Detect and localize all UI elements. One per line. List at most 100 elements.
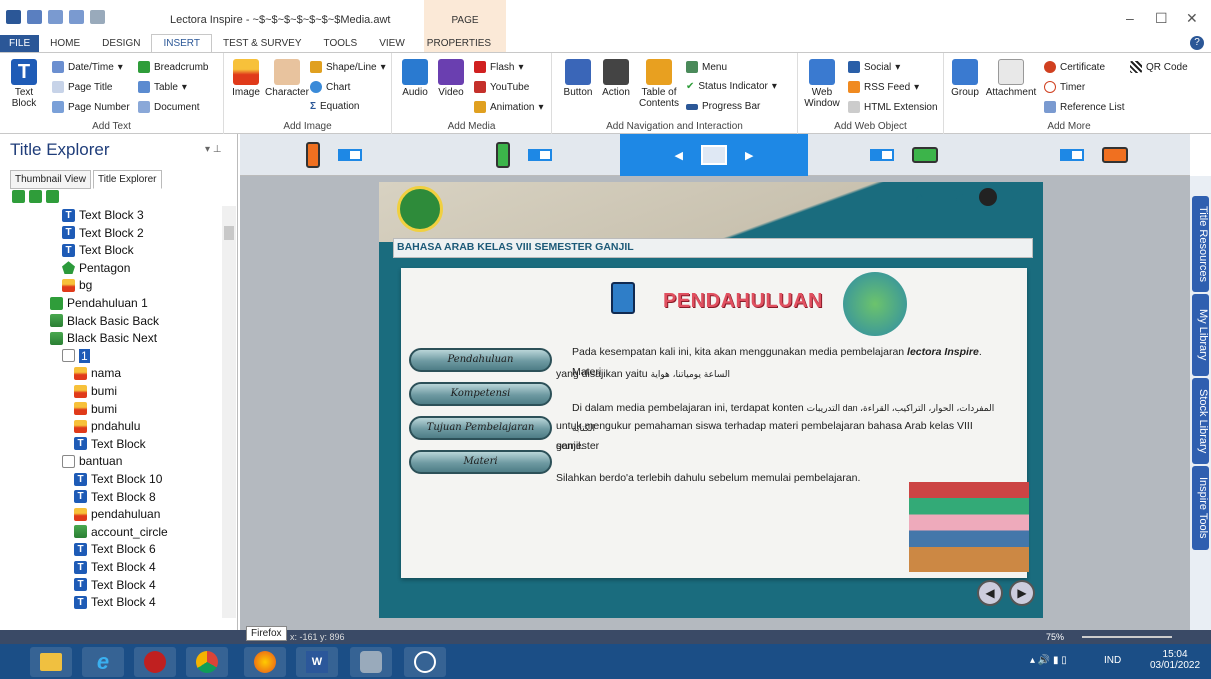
side-tab-title-resources[interactable]: Title Resources bbox=[1192, 196, 1209, 292]
datetime-button[interactable]: Date/Time ▾ bbox=[52, 61, 123, 73]
tab-insert[interactable]: INSERT bbox=[151, 34, 212, 52]
minimize-button[interactable]: – bbox=[1126, 10, 1134, 26]
add-chapter-icon[interactable] bbox=[29, 190, 42, 203]
tree-item[interactable]: bg bbox=[62, 276, 92, 294]
status-indicator-button[interactable]: ✔ Status Indicator ▾ bbox=[686, 81, 777, 92]
tree-item[interactable]: Pendahuluan 1 bbox=[50, 294, 148, 312]
help-icon[interactable]: ? bbox=[1190, 36, 1204, 50]
tree-item[interactable]: T Text Block 8 bbox=[74, 488, 156, 506]
menu-kompetensi-button[interactable]: Kompetensi bbox=[409, 382, 552, 406]
side-tab-stock-library[interactable]: Stock Library bbox=[1192, 378, 1209, 464]
exit-icon[interactable]: X bbox=[1010, 186, 1023, 209]
tab-properties[interactable]: PROPERTIES bbox=[416, 35, 502, 52]
device-desktop[interactable]: ◀ ▶ bbox=[620, 134, 808, 176]
clock[interactable]: 15:04 03/01/2022 bbox=[1150, 649, 1200, 671]
tree-item[interactable]: T Text Block 4 bbox=[74, 558, 156, 576]
chrome-icon[interactable] bbox=[186, 647, 228, 677]
tree-item[interactable]: nama bbox=[74, 364, 121, 382]
text-block-button[interactable]: T Text Block bbox=[6, 59, 42, 109]
add-page-icon[interactable] bbox=[12, 190, 25, 203]
add-section-icon[interactable] bbox=[46, 190, 59, 203]
timer-button[interactable]: Timer bbox=[1044, 81, 1085, 93]
tab-home[interactable]: HOME bbox=[39, 35, 91, 52]
equation-button[interactable]: Σ Equation bbox=[310, 101, 360, 112]
home-icon[interactable]: ⌂ bbox=[915, 190, 925, 208]
tree-item[interactable]: pendahuluan bbox=[74, 505, 160, 523]
tree-item[interactable]: T Text Block 10 bbox=[74, 470, 162, 488]
paint-icon[interactable] bbox=[350, 647, 392, 677]
internet-explorer-icon[interactable]: e bbox=[82, 647, 124, 677]
firefox-icon[interactable] bbox=[244, 647, 286, 677]
tree-item[interactable]: T Text Block 3 bbox=[62, 206, 144, 224]
qr-code-button[interactable]: QR Code bbox=[1130, 61, 1188, 73]
flash-button[interactable]: Flash ▾ bbox=[474, 61, 523, 73]
tab-tools[interactable]: TOOLS bbox=[313, 35, 369, 52]
audio-button[interactable]: Audio bbox=[398, 59, 432, 98]
redo-icon[interactable] bbox=[69, 10, 84, 24]
zoom-slider[interactable] bbox=[1082, 636, 1172, 638]
device-phone-portrait[interactable] bbox=[240, 134, 428, 176]
undo-icon[interactable] bbox=[48, 10, 63, 24]
rss-button[interactable]: RSS Feed ▾ bbox=[848, 81, 919, 93]
device-phone-landscape[interactable] bbox=[1000, 134, 1188, 176]
group-button[interactable]: Group bbox=[948, 59, 982, 98]
help-icon[interactable]: ? bbox=[952, 186, 964, 209]
next-button[interactable]: ▶ bbox=[1009, 580, 1035, 606]
tree-item[interactable]: T Text Block 6 bbox=[74, 540, 156, 558]
close-button[interactable]: ✕ bbox=[1186, 10, 1198, 27]
shape-line-button[interactable]: Shape/Line ▾ bbox=[310, 61, 386, 73]
html-extension-button[interactable]: HTML Extension bbox=[848, 101, 938, 113]
tree-item[interactable]: bumi bbox=[74, 400, 117, 418]
menu-tujuan-button[interactable]: Tujuan Pembelajaran bbox=[409, 416, 552, 440]
reference-list-button[interactable]: Reference List bbox=[1044, 101, 1124, 113]
device-tablet-landscape[interactable] bbox=[810, 134, 998, 176]
lectora-taskbar-icon[interactable] bbox=[404, 647, 446, 677]
tree-item[interactable]: bantuan bbox=[62, 452, 122, 470]
button-button[interactable]: Button bbox=[560, 59, 596, 98]
tree-item[interactable]: T Text Block bbox=[62, 241, 134, 259]
device-phone-portrait-2[interactable] bbox=[430, 134, 618, 176]
tree-item[interactable]: 1 bbox=[62, 347, 90, 365]
back-button[interactable]: ◀ bbox=[977, 580, 1003, 606]
file-explorer-icon[interactable] bbox=[30, 647, 72, 677]
tab-title-explorer[interactable]: Title Explorer bbox=[92, 170, 162, 189]
image-button[interactable]: Image bbox=[228, 59, 264, 98]
toc-button[interactable]: Table of Contents bbox=[636, 59, 682, 109]
tree-item[interactable]: Black Basic Back bbox=[50, 312, 159, 330]
app-red-eye-icon[interactable] bbox=[134, 647, 176, 677]
action-button[interactable]: Action bbox=[598, 59, 634, 98]
tree-item[interactable]: account_circle bbox=[74, 523, 168, 541]
tree-item[interactable]: T Text Block 4 bbox=[74, 593, 156, 611]
tree-item[interactable]: Black Basic Next bbox=[50, 329, 157, 347]
menu-materi-button[interactable]: Materi bbox=[409, 450, 552, 474]
tab-thumbnail-view[interactable]: Thumbnail View bbox=[10, 170, 91, 189]
tree-item[interactable]: T Text Block bbox=[74, 435, 146, 453]
side-tab-inspire-tools[interactable]: Inspire Tools bbox=[1192, 466, 1209, 550]
page-number-button[interactable]: Page Number bbox=[52, 101, 130, 113]
web-window-button[interactable]: Web Window bbox=[802, 59, 842, 109]
tab-design[interactable]: DESIGN bbox=[91, 35, 151, 52]
preview-icon[interactable] bbox=[90, 10, 105, 24]
tree-item[interactable]: pndahulu bbox=[74, 417, 140, 435]
tab-test-survey[interactable]: TEST & SURVEY bbox=[212, 35, 313, 52]
character-button[interactable]: Character bbox=[264, 59, 310, 98]
tray-icons[interactable]: ▴ 🔊 ▮ ▯ bbox=[1030, 655, 1067, 666]
chart-button[interactable]: Chart bbox=[310, 81, 350, 93]
language-indicator[interactable]: IND bbox=[1104, 655, 1121, 666]
video-button[interactable]: Video bbox=[434, 59, 468, 98]
attachment-button[interactable]: Attachment bbox=[984, 59, 1038, 98]
tab-view[interactable]: VIEW bbox=[368, 35, 416, 52]
maximize-button[interactable]: ☐ bbox=[1155, 10, 1168, 27]
progress-bar-button[interactable]: Progress Bar bbox=[686, 101, 760, 112]
menu-button[interactable]: Menu bbox=[686, 61, 727, 73]
youtube-button[interactable]: YouTube bbox=[474, 81, 529, 93]
certificate-button[interactable]: Certificate bbox=[1044, 61, 1105, 73]
tree-item[interactable]: T Text Block 4 bbox=[74, 576, 156, 594]
side-tab-my-library[interactable]: My Library bbox=[1192, 294, 1209, 376]
social-button[interactable]: Social ▾ bbox=[848, 61, 900, 73]
save-icon[interactable] bbox=[27, 10, 42, 24]
table-button[interactable]: Table ▾ bbox=[138, 81, 187, 93]
panel-pin-icon[interactable]: ▾ ⊥ bbox=[205, 144, 222, 155]
animation-button[interactable]: Animation ▾ bbox=[474, 101, 544, 113]
account-circle-icon[interactable] bbox=[979, 188, 997, 206]
